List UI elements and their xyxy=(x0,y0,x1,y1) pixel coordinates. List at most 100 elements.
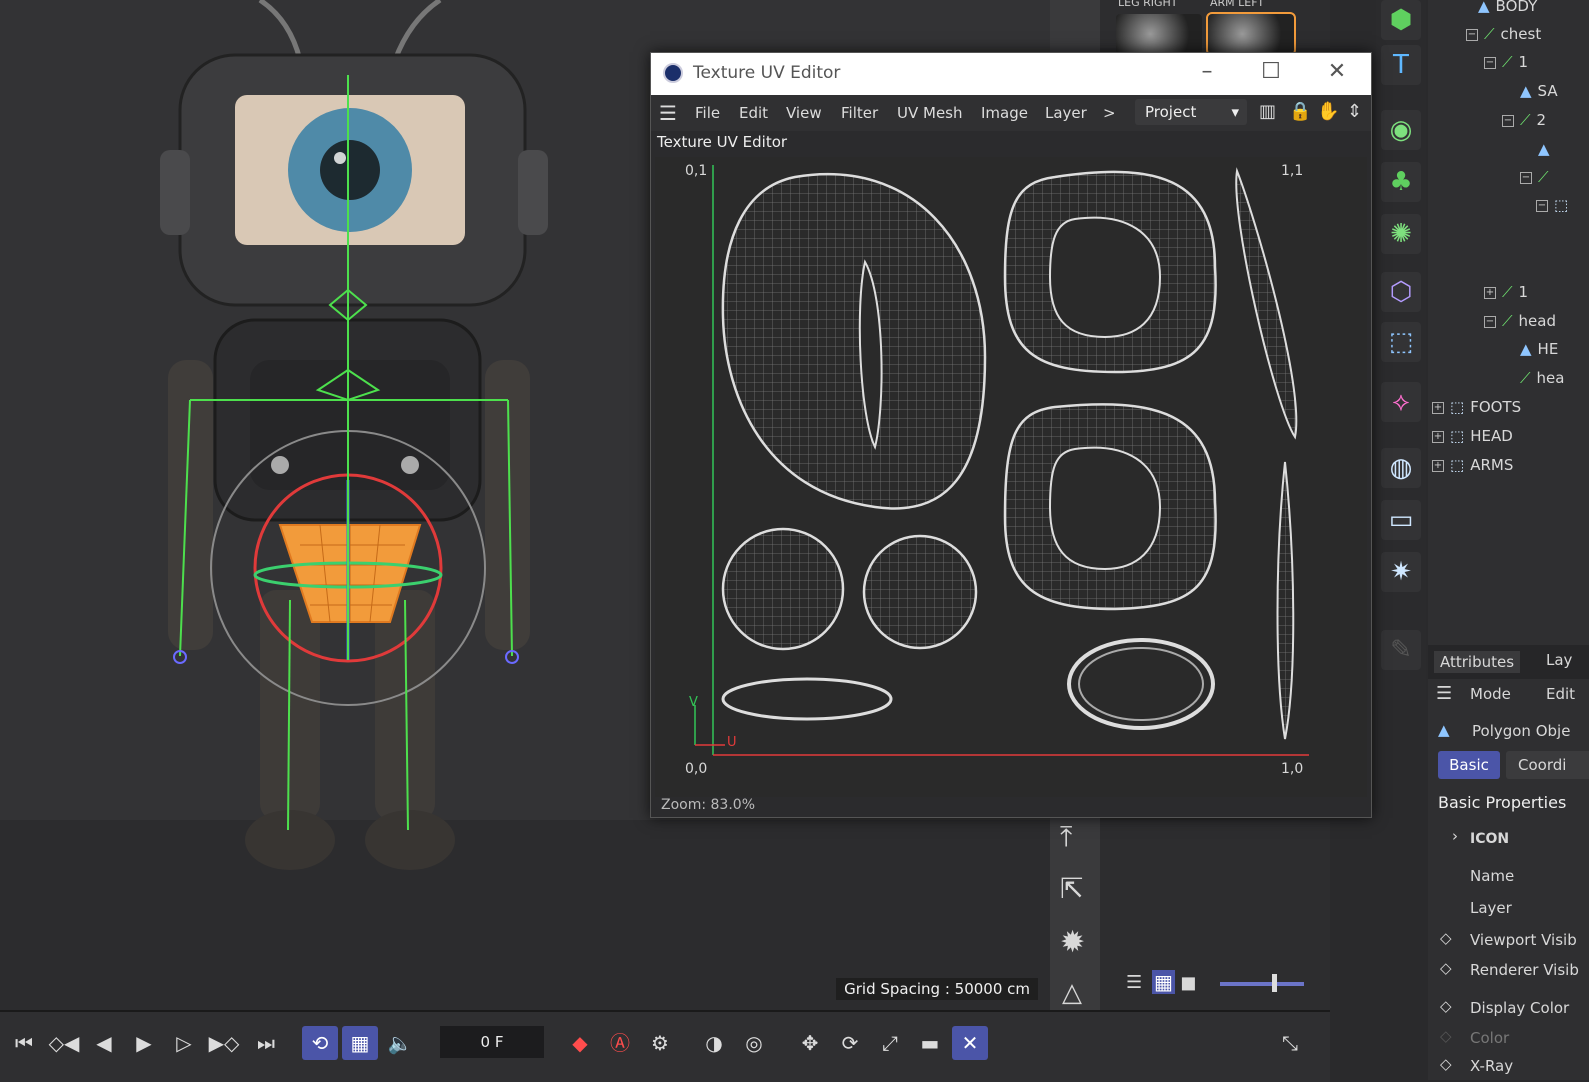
next-frame-icon[interactable]: ▷ xyxy=(166,1026,202,1060)
tree-item-head[interactable]: − ⟋ head xyxy=(1484,307,1556,335)
tree-item-sub-null[interactable]: − ⬚ xyxy=(1536,191,1574,219)
move-vertical-icon[interactable]: ⇕ xyxy=(1347,101,1362,122)
play-icon[interactable]: ▶ xyxy=(126,1026,162,1060)
prev-frame-icon[interactable]: ◀ xyxy=(86,1026,122,1060)
prev-key-icon[interactable]: ◇◀ xyxy=(46,1026,82,1060)
tree-item-2[interactable]: − ⟋ 2 xyxy=(1502,106,1546,134)
collapse-icon[interactable]: − xyxy=(1520,171,1532,184)
autokey-icon[interactable]: Ⓐ xyxy=(602,1026,638,1060)
expand-icon[interactable]: + xyxy=(1432,430,1444,443)
record-icon[interactable]: ◆ xyxy=(562,1026,598,1060)
deformer-icon[interactable]: ⬡ xyxy=(1381,272,1421,312)
collapse-icon[interactable]: − xyxy=(1484,315,1496,328)
maximize-icon[interactable]: ☐ xyxy=(1251,59,1291,84)
chevron-right-icon[interactable]: › xyxy=(1452,827,1458,845)
histogram-icon[interactable]: ▥ xyxy=(1259,101,1276,122)
key-settings-icon[interactable]: ⚙ xyxy=(642,1026,678,1060)
coord-tab-button[interactable]: Coordi xyxy=(1506,751,1589,779)
menu-view[interactable]: View xyxy=(786,104,822,122)
keyframe-diamond-icon[interactable]: ◇ xyxy=(1440,959,1452,977)
keyframe-diamond-icon[interactable]: ◇ xyxy=(1440,1055,1452,1073)
uv-canvas[interactable]: 0,1 1,1 0,0 1,0 V U xyxy=(655,157,1367,797)
hand-pan-icon[interactable]: ✋ xyxy=(1317,101,1339,122)
grid-view-icon[interactable]: ▦ xyxy=(1152,970,1175,994)
collapse-icon[interactable]: − xyxy=(1466,28,1478,41)
next-key-icon[interactable]: ▶◇ xyxy=(206,1026,242,1060)
loop-icon[interactable]: ⟲ xyxy=(302,1026,338,1060)
current-frame-field[interactable]: 0 F xyxy=(440,1026,544,1058)
lock-icon[interactable]: 🔒 xyxy=(1289,101,1311,122)
text-icon[interactable]: T xyxy=(1381,45,1421,85)
pla-key-icon[interactable]: ✕ xyxy=(952,1026,988,1060)
size-slider-handle[interactable] xyxy=(1272,974,1277,992)
merge-icon[interactable]: ⤒ xyxy=(1060,820,1072,854)
tree-item-head-group[interactable]: + ⬚ HEAD xyxy=(1432,422,1513,450)
select-icon[interactable]: ◉ xyxy=(1381,110,1421,150)
material-thumb-arm-left[interactable] xyxy=(1206,12,1296,56)
sound-icon[interactable]: 🔈 xyxy=(382,1026,418,1060)
tree-item-sa[interactable]: ▲ SA xyxy=(1520,77,1558,105)
tab-attributes[interactable]: Attributes xyxy=(1434,651,1521,673)
expand-icon[interactable]: + xyxy=(1432,459,1444,472)
size-slider[interactable] xyxy=(1220,982,1304,986)
recycle-icon[interactable]: △ xyxy=(1062,978,1082,1008)
globe-icon[interactable]: ◍ xyxy=(1381,448,1421,488)
menu-image[interactable]: Image xyxy=(981,104,1028,122)
scale-icon[interactable]: ⤡ xyxy=(1272,1026,1308,1060)
collapse-icon[interactable]: − xyxy=(1484,56,1496,69)
project-dropdown[interactable]: Project ▾ xyxy=(1135,99,1247,125)
move-key-icon[interactable]: ✥ xyxy=(792,1026,828,1060)
collapse-icon[interactable]: − xyxy=(1502,114,1514,127)
mode-menu[interactable]: Mode xyxy=(1470,685,1511,703)
large-view-icon[interactable]: ◼ xyxy=(1180,970,1197,994)
close-icon[interactable]: ✕ xyxy=(1317,59,1357,84)
menu-filter[interactable]: Filter xyxy=(841,104,878,122)
tree-item-hea[interactable]: ⟋ hea xyxy=(1520,364,1564,392)
rotate-key-icon[interactable]: ⟳ xyxy=(832,1026,868,1060)
tree-item-he[interactable]: ▲ HE xyxy=(1520,335,1558,363)
basic-tab-button[interactable]: Basic xyxy=(1438,751,1500,779)
autokey-preview-icon[interactable]: ▦ xyxy=(342,1026,378,1060)
hamburger-icon[interactable]: ☰ xyxy=(659,101,677,125)
tree-item-chest[interactable]: − ⟋ chest xyxy=(1466,20,1541,48)
minimize-icon[interactable]: – xyxy=(1187,59,1227,84)
light-icon[interactable]: ✷ xyxy=(1381,552,1421,592)
camera-icon[interactable]: ▭ xyxy=(1381,500,1421,540)
motion-record-icon[interactable]: ◑ xyxy=(696,1026,732,1060)
keyframe-diamond-icon[interactable]: ◇ xyxy=(1440,929,1452,947)
keyframe-diamond-icon[interactable]: ◇ xyxy=(1440,997,1452,1015)
param-key-icon[interactable]: ▬ xyxy=(912,1026,948,1060)
material-thumb-leg-right[interactable] xyxy=(1116,14,1202,54)
tree-item-body[interactable]: ▲ BODY xyxy=(1478,0,1537,20)
menu-layer[interactable]: Layer xyxy=(1045,104,1087,122)
menu-uv-mesh[interactable]: UV Mesh xyxy=(897,104,963,122)
key-mode-icon[interactable]: ◎ xyxy=(736,1026,772,1060)
hamburger-icon[interactable]: ☰ xyxy=(1436,683,1452,704)
window-titlebar[interactable]: Texture UV Editor – ☐ ✕ xyxy=(651,53,1371,95)
spline-icon[interactable]: ⟡ xyxy=(1381,382,1421,422)
tree-item-sub-poly[interactable]: ▲ xyxy=(1538,135,1556,163)
expand-icon[interactable]: + xyxy=(1432,401,1444,414)
icon-group[interactable]: ICON xyxy=(1470,831,1509,847)
cube-icon[interactable]: ⬢ xyxy=(1381,0,1421,40)
scale-key-icon[interactable]: ⤢ xyxy=(872,1026,908,1060)
tree-item-1[interactable]: − ⟋ 1 xyxy=(1484,48,1528,76)
tree-item-sub-bone[interactable]: − ⟋ xyxy=(1520,163,1555,191)
tree-item-foots[interactable]: + ⬚ FOOTS xyxy=(1432,393,1521,421)
cluster-icon[interactable]: ♣ xyxy=(1381,162,1421,202)
export-icon[interactable]: ⇱ xyxy=(1060,872,1083,905)
tree-item-arms[interactable]: + ⬚ ARMS xyxy=(1432,451,1513,479)
menu-file[interactable]: File xyxy=(695,104,720,122)
expand-icon[interactable]: + xyxy=(1484,286,1496,299)
null-icon[interactable]: ⬚ xyxy=(1381,322,1421,362)
tab-layers[interactable]: Lay xyxy=(1546,651,1572,669)
menu-edit[interactable]: Edit xyxy=(739,104,768,122)
gear-icon[interactable]: ✹ xyxy=(1060,925,1085,960)
go-to-end-icon[interactable]: ⏭ xyxy=(248,1026,284,1060)
edit-menu[interactable]: Edit xyxy=(1546,685,1575,703)
settings-icon[interactable]: ✺ xyxy=(1381,214,1421,254)
list-view-icon[interactable]: ☰ xyxy=(1126,972,1142,993)
collapse-icon[interactable]: − xyxy=(1536,199,1548,212)
go-to-start-icon[interactable]: ⏮ xyxy=(6,1026,42,1060)
tree-item-1b[interactable]: + ⟋ 1 xyxy=(1484,278,1528,306)
